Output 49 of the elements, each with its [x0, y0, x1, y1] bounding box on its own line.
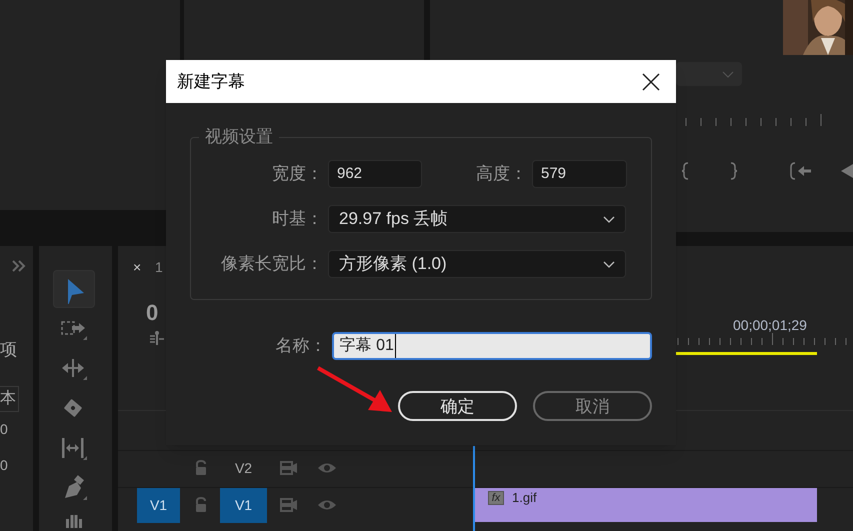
close-tab-button[interactable]: ×	[133, 257, 142, 278]
close-icon	[642, 72, 660, 90]
field-label: 宽度：	[271, 163, 324, 186]
ruler-timecode: 00;00;01;29	[733, 316, 807, 335]
width-field[interactable]: 962	[328, 160, 422, 188]
sync-lock-icon[interactable]	[280, 498, 298, 512]
sequence-tab[interactable]: 1	[155, 257, 163, 278]
step-back-icon[interactable]	[841, 162, 853, 180]
dropdown[interactable]: 方形像素 (1.0)	[328, 250, 626, 278]
field-label: 名称：	[274, 335, 328, 358]
mark-out-icon[interactable]	[729, 162, 737, 180]
track-target[interactable]: V1	[220, 488, 267, 522]
expand-panels-icon[interactable]	[12, 260, 26, 272]
eye-icon[interactable]	[317, 462, 337, 474]
table-cell-text: 0	[0, 456, 9, 475]
timeline-clip[interactable]: fx 1.gif	[474, 488, 817, 522]
lock-icon[interactable]	[194, 460, 208, 476]
cancel-button[interactable]: 取消	[533, 391, 652, 421]
dialog-title: 新建字幕	[177, 70, 245, 93]
panel-label: 项	[0, 341, 17, 358]
playhead-timecode[interactable]: 0	[146, 296, 158, 329]
ok-button[interactable]: 确定	[398, 391, 517, 421]
go-to-in-icon[interactable]	[790, 162, 812, 180]
eye-icon[interactable]	[317, 499, 337, 511]
field-label: 像素长宽比：	[220, 253, 324, 276]
fx-badge: fx	[488, 491, 504, 505]
height-field[interactable]: 579	[532, 160, 627, 188]
table-cell-text: 0	[0, 420, 9, 439]
dropdown-value: 29.97 fps 丢帧	[339, 208, 448, 230]
dropdown-value: 方形像素 (1.0)	[339, 253, 447, 276]
snap-icon[interactable]	[150, 331, 164, 345]
chevron-down-icon	[722, 71, 734, 79]
clip-name: 1.gif	[512, 491, 537, 505]
column-header[interactable]: 本	[0, 386, 19, 412]
mark-in-icon[interactable]	[682, 162, 690, 180]
lock-icon[interactable]	[194, 497, 208, 513]
tool-button[interactable]	[53, 270, 95, 308]
dropdown[interactable]: 29.97 fps 丢帧	[328, 205, 626, 233]
dropdown-field[interactable]	[676, 62, 742, 86]
name-field[interactable]: 字幕 01	[332, 332, 652, 360]
track-target[interactable]: V2	[220, 450, 267, 486]
sync-lock-icon[interactable]	[280, 461, 298, 475]
field-value: 字幕 01	[340, 334, 396, 358]
chevron-down-icon	[603, 260, 615, 268]
close-button[interactable]	[640, 70, 662, 92]
source-patch[interactable]: V1	[137, 488, 180, 522]
chevron-down-icon	[603, 216, 615, 222]
field-label: 高度：	[475, 163, 528, 186]
field-label: 时基：	[271, 208, 324, 230]
